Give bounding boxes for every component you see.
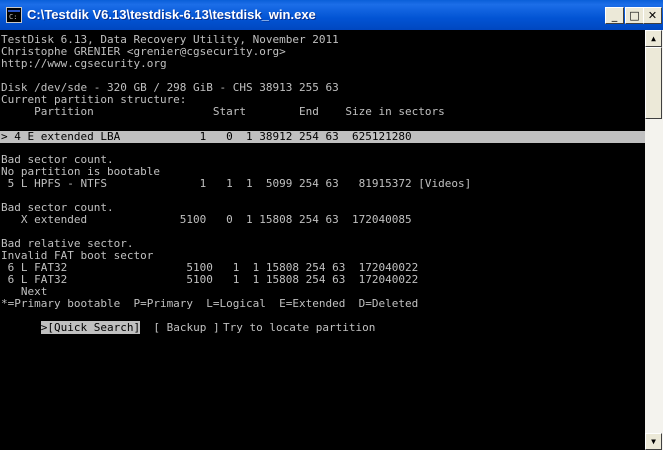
quick-search-button[interactable]: >[Quick Search] — [40, 321, 141, 334]
menu-bar: >[Quick Search] [ Backup ] — [1, 310, 220, 334]
console-area[interactable]: TestDisk 6.13, Data Recovery Utility, No… — [0, 30, 645, 450]
partition-row[interactable]: 6 L FAT32 5100 1 1 15808 254 63 17204002… — [1, 274, 419, 286]
type-legend: *=Primary bootable P=Primary L=Logical E… — [1, 297, 419, 310]
column-header: Partition Start End Size in sectors — [1, 105, 445, 118]
partition-row[interactable]: 5 L HPFS - NTFS 1 1 1 5099 254 63 819153… — [1, 178, 472, 190]
close-button[interactable]: ✕ — [643, 7, 662, 24]
partition-row-selected[interactable]: > 4 E extended LBA 1 0 1 38912 254 63 62… — [0, 131, 645, 143]
backup-button[interactable]: [ Backup ] — [153, 321, 219, 334]
scroll-thumb[interactable] — [645, 47, 662, 119]
scroll-up-icon[interactable]: ▲ — [645, 30, 662, 47]
partition-row-text: > 4 E extended LBA 1 0 1 38912 254 63 62… — [1, 130, 412, 143]
svg-text:C:: C: — [9, 13, 17, 20]
vertical-scrollbar[interactable]: ▲ ▼ — [645, 30, 663, 450]
maximize-button[interactable]: □ — [625, 7, 644, 24]
scroll-down-icon[interactable]: ▼ — [645, 433, 662, 450]
partition-row[interactable]: X extended 5100 0 1 15808 254 63 1720400… — [1, 214, 412, 226]
console-icon[interactable]: C: — [6, 7, 22, 23]
menu-spacer — [140, 321, 153, 334]
action-hint: Try to locate partition — [223, 321, 376, 334]
window-title: C:\Testdik V6.13\testdisk-6.13\testdisk_… — [27, 7, 316, 22]
minimize-button[interactable]: _ — [605, 7, 624, 24]
website-line: http://www.cgsecurity.org — [1, 57, 167, 70]
console-window: C: C:\Testdik V6.13\testdisk-6.13\testdi… — [0, 0, 663, 450]
title-bar[interactable]: C: C:\Testdik V6.13\testdisk-6.13\testdi… — [0, 0, 663, 30]
